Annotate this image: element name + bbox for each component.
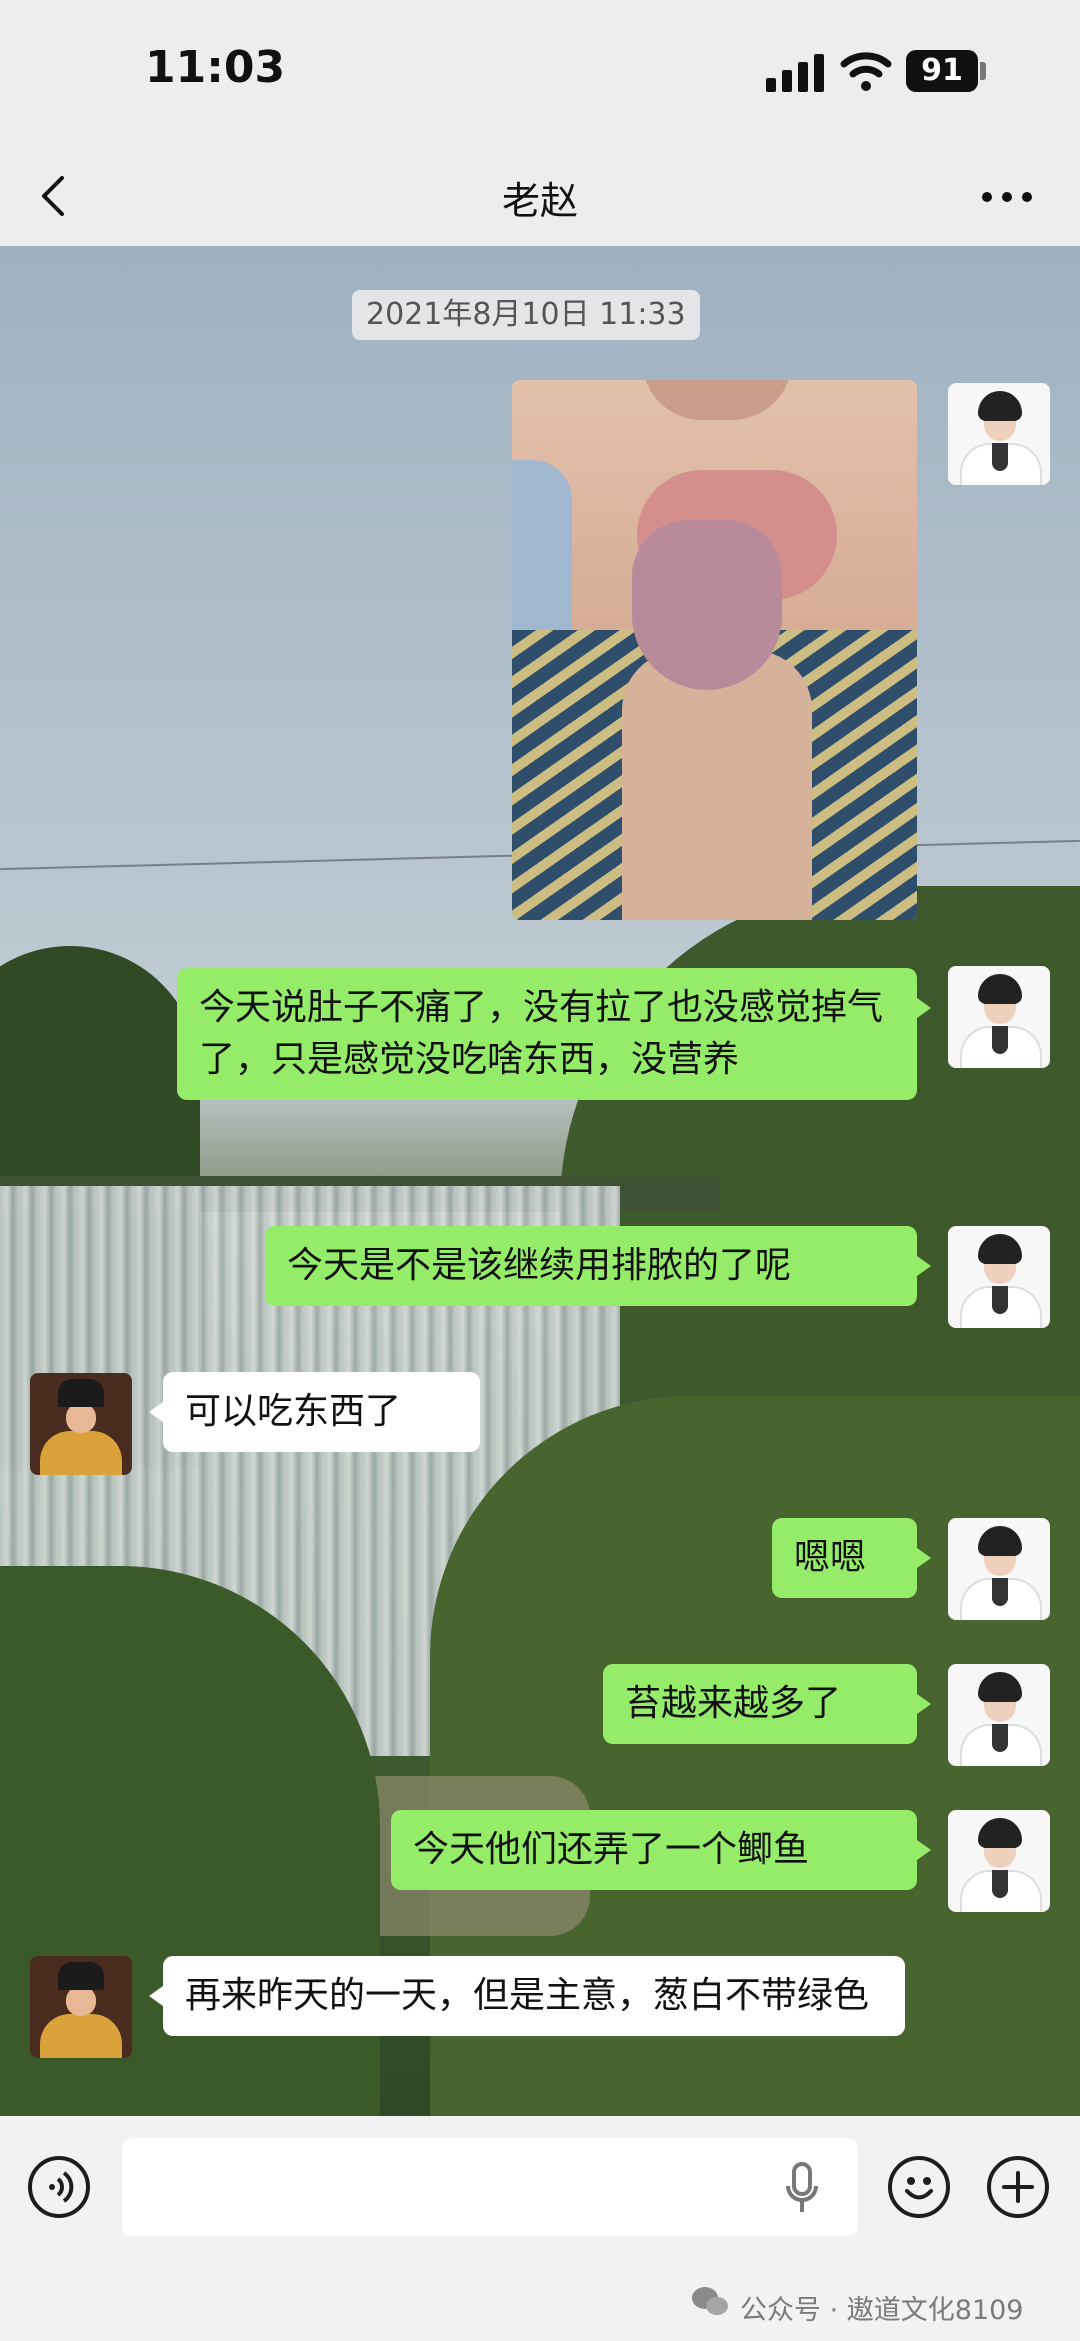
avatar-self[interactable] (948, 966, 1050, 1068)
avatar-contact[interactable] (30, 1373, 132, 1475)
message-bubble-outgoing[interactable]: 今天他们还弄了一个鲫鱼 (391, 1810, 931, 1890)
message-timestamp: 2021年8月10日 11:33 (352, 290, 700, 340)
message-bubble-incoming[interactable]: 再来昨天的一天，但是主意，葱白不带绿色 (149, 1956, 905, 2036)
input-bar: 公众号 · 遨道文化8109 (0, 2116, 1080, 2341)
watermark-text: 公众号 · 遨道文化8109 (740, 2295, 1024, 2326)
message-bubble-incoming[interactable]: 可以吃东西了 (149, 1372, 480, 1452)
chat-area[interactable]: 2021年8月10日 11:33 今天说肚子不痛了，没有拉了也没感觉掉气了，只是… (0, 246, 1080, 2116)
message-bubble-outgoing[interactable]: 今天是不是该继续用排脓的了呢 (265, 1226, 931, 1306)
status-time: 11:03 (145, 42, 286, 93)
image-message[interactable] (512, 380, 917, 920)
avatar-self[interactable] (948, 1518, 1050, 1620)
signal-icon (766, 52, 824, 92)
plus-icon[interactable] (987, 2156, 1049, 2218)
avatar-contact[interactable] (30, 1956, 132, 2058)
emoji-icon[interactable] (888, 2156, 950, 2218)
mic-icon[interactable] (784, 2160, 820, 2216)
battery-level: 91 (906, 50, 978, 92)
nav-bar: 老赵 (0, 150, 1080, 246)
avatar-self[interactable] (948, 1226, 1050, 1328)
message-bubble-outgoing[interactable]: 苔越来越多了 (603, 1664, 931, 1744)
battery-tip (980, 62, 986, 80)
message-bubble-outgoing[interactable]: 嗯嗯 (772, 1518, 931, 1598)
message-input[interactable] (122, 2138, 858, 2236)
photo-neck (622, 650, 812, 920)
photo-tongue (632, 520, 782, 690)
avatar-self[interactable] (948, 1810, 1050, 1912)
message-bubble-outgoing[interactable]: 今天说肚子不痛了，没有拉了也没感觉掉气了，只是感觉没吃啥东西，没营养 (177, 968, 931, 1100)
avatar-self[interactable] (948, 383, 1050, 485)
wifi-icon (840, 52, 892, 91)
wechat-icon (692, 2287, 728, 2315)
status-bar: 11:03 91 (0, 0, 1080, 150)
chat-title: 老赵 (501, 179, 578, 223)
avatar-self[interactable] (948, 1664, 1050, 1766)
more-icon[interactable] (982, 186, 1034, 206)
voice-icon[interactable] (28, 2156, 90, 2218)
